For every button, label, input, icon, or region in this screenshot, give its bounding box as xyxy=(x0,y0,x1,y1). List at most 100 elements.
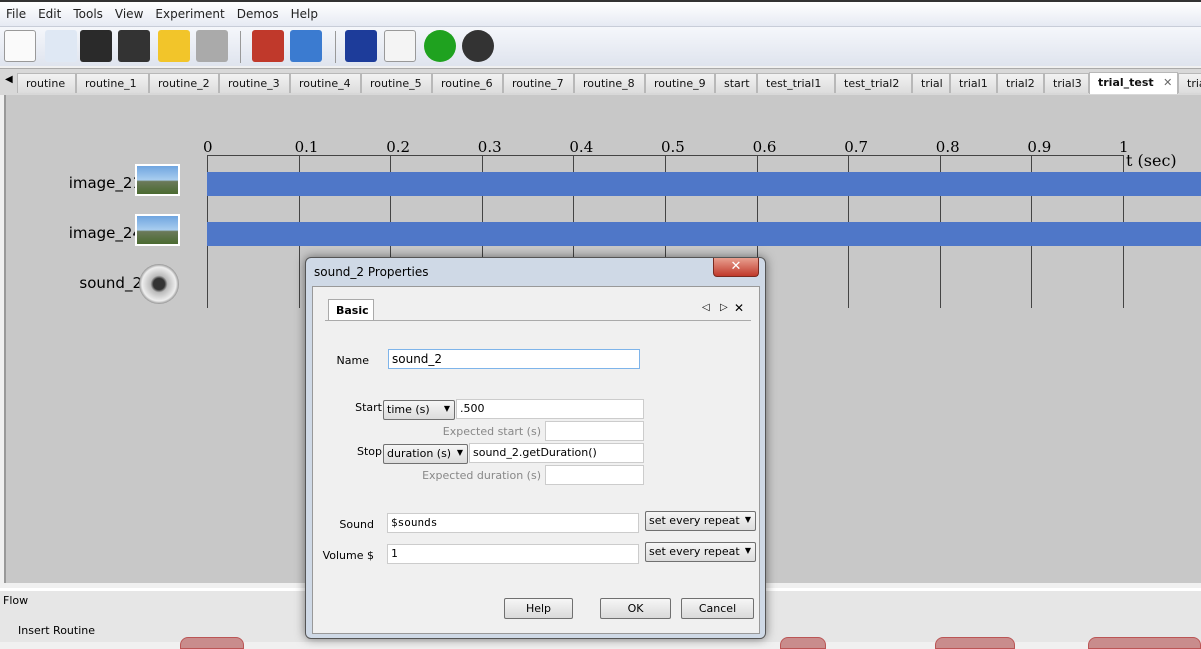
expected-duration-field[interactable] xyxy=(545,465,644,485)
sound-field[interactable]: $sounds xyxy=(387,513,639,533)
properties-dialog: sound_2 Properties ✕ Basic ◁ ▷ ✕ Name so… xyxy=(305,257,766,639)
tab-label: routine_4 xyxy=(299,77,351,90)
tab-routine-2[interactable]: routine_2 xyxy=(149,73,219,93)
preferences-icon[interactable] xyxy=(252,30,284,62)
component-name[interactable]: sound_2 xyxy=(79,274,142,292)
name-field[interactable]: sound_2 xyxy=(388,349,640,369)
component-name[interactable]: image_24 xyxy=(69,224,142,242)
flow-routine[interactable] xyxy=(935,637,1015,649)
tab-routine-3[interactable]: routine_3 xyxy=(219,73,290,93)
tab-close-icon[interactable]: ✕ xyxy=(734,301,744,315)
tab-trial2[interactable]: trial2 xyxy=(997,73,1044,93)
stop-type-select[interactable]: duration (s) xyxy=(383,444,468,464)
tab-label: routine_5 xyxy=(370,77,422,90)
menu-help[interactable]: Help xyxy=(285,2,324,21)
close-button[interactable]: ✕ xyxy=(713,258,759,277)
component-bar[interactable] xyxy=(207,172,1201,196)
tab-label: routine_7 xyxy=(512,77,564,90)
tab-routine[interactable]: routine xyxy=(17,73,76,93)
tick-label: 0.6 xyxy=(752,138,777,156)
flow-routine[interactable] xyxy=(1088,637,1201,649)
axis-label: t (sec) xyxy=(1126,151,1177,170)
tick-label: 1 xyxy=(1119,138,1129,156)
menu-experiment[interactable]: Experiment xyxy=(149,2,230,21)
ok-button[interactable]: OK xyxy=(600,598,671,619)
tab-trial[interactable]: trial xyxy=(1178,73,1201,93)
tab-label: routine_3 xyxy=(228,77,280,90)
new-file-icon[interactable] xyxy=(4,30,36,62)
close-tab-icon[interactable]: ✕ xyxy=(1160,76,1172,89)
stop-icon[interactable] xyxy=(462,30,494,62)
run-icon[interactable] xyxy=(424,30,456,62)
tab-next-icon[interactable]: ▷ xyxy=(720,302,728,313)
tick-label: 0 xyxy=(203,138,213,156)
tab-routine-9[interactable]: routine_9 xyxy=(645,73,715,93)
toolbar xyxy=(0,26,1201,66)
scroll-left-icon[interactable]: ◀ xyxy=(5,74,13,85)
volume-update-select[interactable]: set every repeat xyxy=(645,542,756,562)
experiment-settings-icon[interactable] xyxy=(345,30,377,62)
start-type-select[interactable]: time (s) xyxy=(383,400,455,420)
tab-routine-7[interactable]: routine_7 xyxy=(503,73,574,93)
tick-label: 0.1 xyxy=(294,138,319,156)
compile-script-icon[interactable] xyxy=(384,30,416,62)
menu-demos[interactable]: Demos xyxy=(231,2,285,21)
tick-label: 0.7 xyxy=(844,138,869,156)
stop-label: Stop xyxy=(356,445,382,458)
stop-field[interactable]: sound_2.getDuration() xyxy=(469,443,644,463)
tab-trial1[interactable]: trial1 xyxy=(950,73,997,93)
name-label: Name xyxy=(336,354,369,367)
tab-routine-8[interactable]: routine_8 xyxy=(574,73,645,93)
tick-label: 0.3 xyxy=(477,138,502,156)
redo-icon[interactable] xyxy=(196,30,228,62)
menu-view[interactable]: View xyxy=(109,2,149,21)
tab-start[interactable]: start xyxy=(715,73,757,93)
tab-label: routine_2 xyxy=(158,77,210,90)
open-folder-icon[interactable] xyxy=(45,30,77,62)
component-name[interactable]: image_21 xyxy=(69,174,142,192)
tab-label: routine_6 xyxy=(441,77,493,90)
expected-start-field[interactable] xyxy=(545,421,644,441)
tab-trial-test[interactable]: trial_test ✕ xyxy=(1089,72,1178,94)
menu-edit[interactable]: Edit xyxy=(32,2,67,21)
sound-update-select[interactable]: set every repeat xyxy=(645,511,756,531)
save-as-icon[interactable] xyxy=(118,30,150,62)
tab-trial[interactable]: trial xyxy=(912,73,950,93)
tab-routine-4[interactable]: routine_4 xyxy=(290,73,361,93)
menu-file[interactable]: File xyxy=(0,2,32,21)
tick-label: 0.9 xyxy=(1027,138,1052,156)
tab-routine-6[interactable]: routine_6 xyxy=(432,73,503,93)
tab-prev-icon[interactable]: ◁ xyxy=(702,302,710,313)
tab-label: routine_9 xyxy=(654,77,706,90)
tab-trial3[interactable]: trial3 xyxy=(1044,73,1089,93)
tab-basic[interactable]: Basic xyxy=(328,299,374,320)
image-icon xyxy=(135,164,180,196)
tab-test-trial2[interactable]: test_trial2 xyxy=(835,73,912,93)
undo-icon[interactable] xyxy=(158,30,190,62)
flow-routine[interactable] xyxy=(780,637,826,649)
tab-label: routine_1 xyxy=(85,77,137,90)
tab-label: routine_8 xyxy=(583,77,635,90)
insert-routine-button[interactable]: Insert Routine xyxy=(18,624,95,637)
tab-routine-5[interactable]: routine_5 xyxy=(361,73,432,93)
cancel-button[interactable]: Cancel xyxy=(681,598,754,619)
volume-field[interactable]: 1 xyxy=(387,544,639,564)
speaker-icon xyxy=(139,264,179,304)
component-bar[interactable] xyxy=(207,222,1201,246)
monitor-center-icon[interactable] xyxy=(290,30,322,62)
flow-routine[interactable] xyxy=(180,637,244,649)
tab-label: trial_test xyxy=(1098,76,1154,89)
start-field[interactable]: .500 xyxy=(456,399,644,419)
tab-routine-1[interactable]: routine_1 xyxy=(76,73,149,93)
sound-label: Sound xyxy=(339,518,374,531)
save-icon[interactable] xyxy=(80,30,112,62)
tick-label: 0.5 xyxy=(661,138,685,156)
menu-tools[interactable]: Tools xyxy=(67,2,109,21)
tick-label: 0.2 xyxy=(386,138,411,156)
tab-test-trial1[interactable]: test_trial1 xyxy=(757,73,835,93)
tab-label: trial2 xyxy=(1006,77,1035,90)
help-button[interactable]: Help xyxy=(504,598,573,619)
tab-label: trial3 xyxy=(1053,77,1082,90)
flow-title: Flow xyxy=(3,594,29,607)
tab-label: trial xyxy=(1187,77,1201,90)
